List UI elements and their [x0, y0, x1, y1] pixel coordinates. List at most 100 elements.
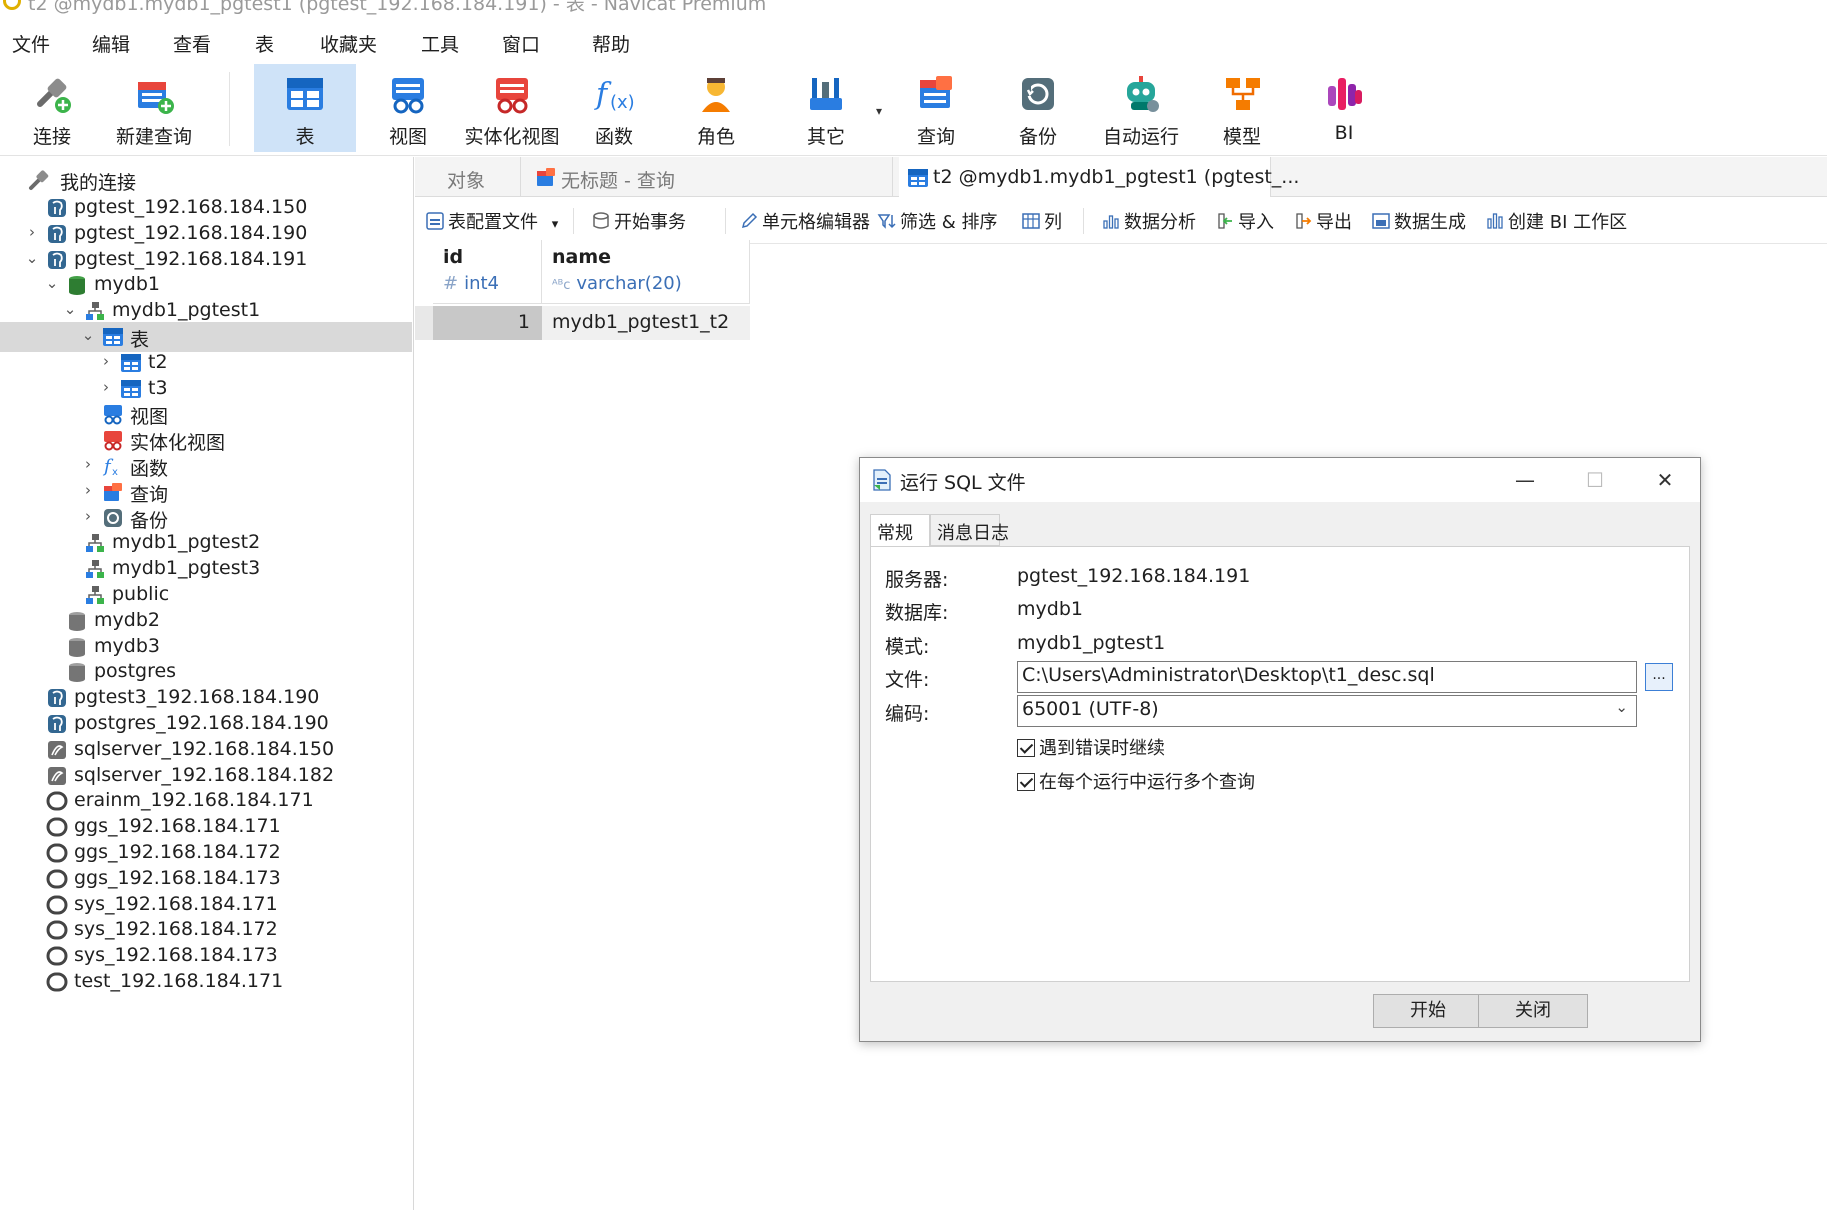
robot-icon: [1127, 76, 1159, 112]
tab-untitled-query[interactable]: 无标题 - 查询: [521, 157, 893, 197]
toolbar-role-label: 角色: [696, 126, 735, 148]
backup-icon: [104, 508, 122, 527]
tab-t2-table[interactable]: t2 @mydb1.mydb1_pgtest1 (pgtest_...: [899, 157, 1299, 197]
continue-on-error-checkbox[interactable]: 遇到错误时继续: [1017, 734, 1165, 759]
cell-name[interactable]: mydb1_pgtest1_t2: [542, 306, 750, 340]
export-button[interactable]: 导出: [1293, 208, 1352, 234]
tab-message-log[interactable]: 消息日志: [930, 514, 1009, 546]
tab-general[interactable]: 常规: [870, 514, 930, 548]
tab-objects[interactable]: 对象: [415, 157, 521, 197]
tree-node-label: erainm_192.168.184.171: [74, 789, 314, 812]
toolbar-model-label: 模型: [1222, 126, 1261, 148]
chevron-right-icon[interactable]: ›: [98, 378, 114, 398]
start-button[interactable]: 开始: [1373, 994, 1483, 1028]
chevron-right-icon[interactable]: ›: [80, 455, 96, 475]
cell-id[interactable]: 1: [433, 306, 542, 340]
function-icon: fx: [102, 456, 118, 477]
toolbar-model-button[interactable]: 模型: [1204, 64, 1280, 152]
schema-icon: [86, 534, 104, 553]
toolbar-other-button[interactable]: 其它 ▾: [788, 64, 882, 152]
tab-objects-label: 对象: [447, 170, 486, 192]
svg-text:x: x: [112, 467, 118, 477]
chevron-down-icon[interactable]: ⌄: [44, 274, 60, 294]
toolbar-query-label: 查询: [916, 126, 955, 148]
toolbar-table-button[interactable]: 表: [254, 64, 356, 152]
import-button[interactable]: 导入: [1215, 208, 1274, 234]
chevron-down-icon[interactable]: ▾: [876, 104, 882, 118]
server-label: 服务器:: [885, 569, 949, 591]
menu-file[interactable]: 文件: [12, 30, 50, 57]
toolbar-role-button[interactable]: 角色: [678, 64, 754, 152]
chevron-down-icon[interactable]: ▾: [552, 217, 559, 232]
sqlserver-icon: [48, 766, 66, 785]
multiple-queries-checkbox[interactable]: 在每个运行中运行多个查询: [1017, 768, 1255, 793]
toolbar-function-button[interactable]: f (x) 函数: [576, 64, 652, 152]
menu-view[interactable]: 查看: [173, 30, 211, 57]
tree-node-label: sys_192.168.184.173: [74, 944, 278, 967]
tree-node-label: mydb1: [94, 273, 160, 296]
toolbar-backup-button[interactable]: 备份: [1000, 64, 1076, 152]
data-analysis-button[interactable]: 数据分析: [1101, 208, 1196, 234]
row-selector[interactable]: [415, 306, 433, 340]
chevron-down-icon[interactable]: ⌄: [80, 326, 96, 346]
encoding-select[interactable]: 65001 (UTF-8) ⌄: [1017, 695, 1637, 727]
toolbar-materialized-view-button[interactable]: 实体化视图: [460, 64, 564, 152]
chevron-down-icon[interactable]: ⌄: [62, 300, 78, 320]
columns-button[interactable]: 列: [1021, 208, 1062, 234]
filter-sort-button[interactable]: 筛选 & 排序: [877, 208, 997, 234]
chevron-right-icon[interactable]: ›: [98, 352, 114, 372]
bar-chart-icon: [1103, 215, 1119, 229]
menu-help[interactable]: 帮助: [592, 30, 630, 57]
checkbox-checked-icon[interactable]: [1017, 773, 1035, 791]
import-icon: [1218, 213, 1232, 229]
toolbar-bi-button[interactable]: BI: [1306, 64, 1382, 152]
table-profile-button[interactable]: 表配置文件 ▾: [425, 208, 558, 234]
view-icon: [104, 405, 122, 425]
toolbar-query-button[interactable]: 查询: [898, 64, 974, 152]
toolbar-new-query-button[interactable]: 新建查询: [110, 64, 198, 152]
create-bi-workspace-button[interactable]: 创建 BI 工作区: [1485, 208, 1627, 234]
table-icon: [121, 379, 141, 398]
menu-table[interactable]: 表: [255, 30, 274, 57]
browse-file-button[interactable]: ...: [1645, 663, 1673, 691]
menu-favorites[interactable]: 收藏夹: [320, 30, 377, 57]
data-generation-button[interactable]: 数据生成: [1371, 208, 1466, 234]
database-icon: [69, 663, 85, 683]
chevron-down-icon[interactable]: ⌄: [1615, 698, 1628, 716]
toolbar-backup-label: 备份: [1018, 126, 1057, 148]
menu-tools[interactable]: 工具: [421, 30, 459, 57]
toolbar-connect-button[interactable]: 连接: [10, 64, 94, 152]
checkbox-checked-icon[interactable]: [1017, 739, 1035, 757]
chevron-right-icon[interactable]: ›: [24, 223, 40, 243]
tab-t2-label: t2 @mydb1.mydb1_pgtest1 (pgtest_...: [933, 166, 1300, 188]
menu-window[interactable]: 窗口: [502, 30, 540, 57]
begin-transaction-button[interactable]: 开始事务: [591, 208, 686, 234]
tree-root-my-connections[interactable]: 我的连接: [0, 165, 412, 195]
tree-node-label: mydb1_pgtest3: [112, 557, 261, 580]
tree-node-label: sys_192.168.184.172: [74, 918, 278, 941]
menu-edit[interactable]: 编辑: [92, 30, 130, 57]
export-icon: [1296, 213, 1312, 229]
minimize-icon[interactable]: —: [1490, 458, 1560, 502]
object-toolbar: 表配置文件 ▾ 开始事务 单元格编辑器 筛选 & 排序 列 数据分析 导入 导出…: [415, 198, 1827, 244]
chevron-down-icon[interactable]: ⌄: [24, 249, 40, 269]
tree-node-label: sqlserver_192.168.184.182: [74, 763, 335, 786]
close-button[interactable]: 关闭: [1478, 994, 1588, 1028]
tree-node-label: public: [112, 583, 170, 605]
chevron-right-icon[interactable]: ›: [80, 507, 96, 527]
chevron-right-icon[interactable]: ›: [80, 481, 96, 501]
oracle-icon: [46, 791, 68, 811]
server-value: pgtest_192.168.184.191: [1017, 565, 1251, 587]
model-icon: [1226, 78, 1260, 110]
toolbar-view-button[interactable]: 视图: [370, 64, 446, 152]
close-icon[interactable]: ✕: [1630, 458, 1700, 502]
toolbar-automation-button[interactable]: 自动运行: [1098, 64, 1184, 152]
grid-column-header-name[interactable]: name ᴬᴮc varchar(20): [542, 240, 750, 304]
grid-column-header-id[interactable]: id # int4: [433, 240, 542, 304]
cell-editor-label: 单元格编辑器: [762, 212, 870, 233]
tree-node-label: ggs_192.168.184.173: [74, 866, 281, 889]
cell-editor-button[interactable]: 单元格编辑器: [739, 208, 870, 234]
file-path-input[interactable]: C:\Users\Administrator\Desktop\t1_desc.s…: [1017, 661, 1637, 693]
tree-node[interactable]: test_192.168.184.171: [0, 967, 412, 997]
encoding-selected-value: 65001 (UTF-8): [1022, 698, 1159, 720]
